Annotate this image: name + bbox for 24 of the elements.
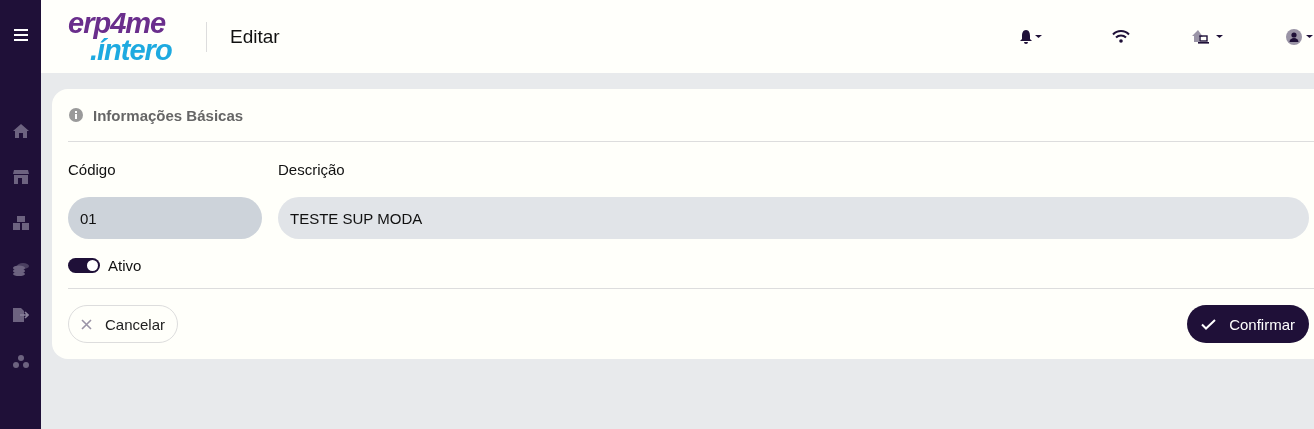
close-icon	[81, 318, 92, 330]
page-title: Editar	[230, 25, 280, 48]
field-label: Descrição	[278, 161, 346, 180]
section-title: Informações Básicas	[93, 106, 244, 124]
boxes-icon[interactable]	[12, 216, 29, 230]
menu-icon[interactable]	[13, 29, 28, 41]
logo-text: erp4me	[68, 10, 166, 37]
user-icon[interactable]	[1286, 28, 1314, 45]
store-icon[interactable]	[12, 170, 29, 184]
check-icon	[1201, 318, 1217, 330]
exit-icon[interactable]	[12, 308, 29, 322]
wifi-icon[interactable]	[1112, 30, 1130, 43]
network-icon[interactable]	[12, 354, 29, 368]
toggle-switch[interactable]	[68, 258, 100, 273]
bell-icon[interactable]	[1020, 29, 1042, 44]
cancel-button[interactable]: Cancelar	[68, 305, 179, 343]
confirm-button[interactable]: Confirmar	[1187, 305, 1309, 343]
coins-icon[interactable]	[12, 262, 29, 276]
home-icon[interactable]	[12, 124, 29, 138]
input-field[interactable]: TESTE SUP MODA	[278, 197, 1309, 239]
toggle-label: Ativo	[108, 257, 142, 274]
info-icon	[69, 108, 83, 122]
field-label: Código	[68, 161, 117, 180]
home-laptop-icon[interactable]	[1192, 29, 1224, 44]
